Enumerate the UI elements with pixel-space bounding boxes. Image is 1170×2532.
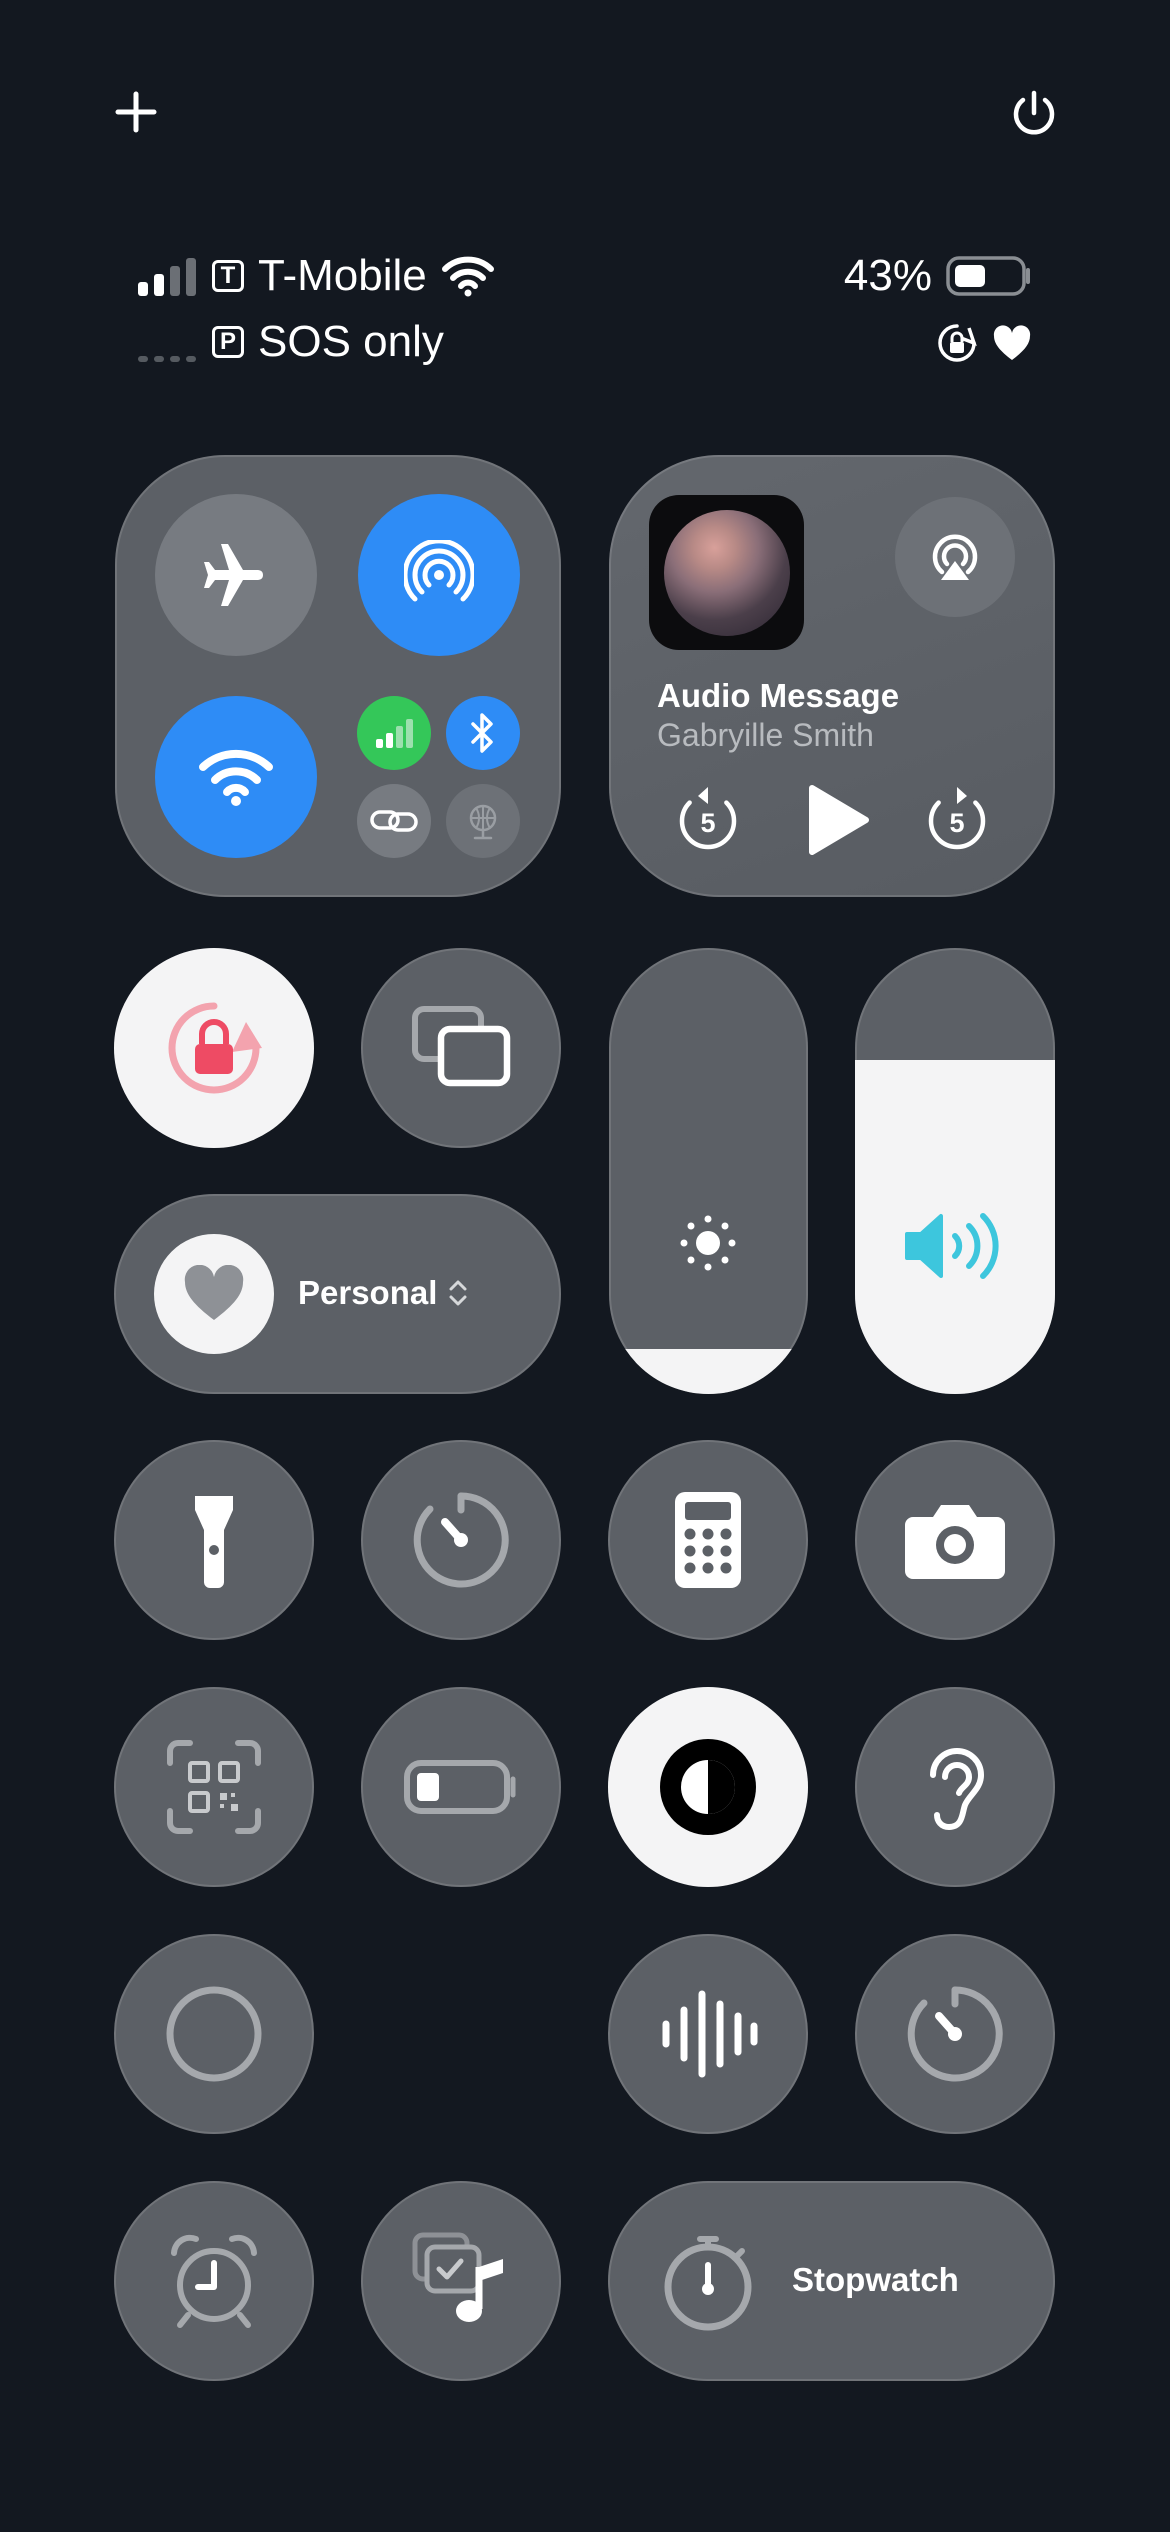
carrier1-name: T-Mobile: [258, 251, 427, 300]
rotation-lock-toggle[interactable]: [114, 948, 314, 1148]
camera-button[interactable]: [855, 1440, 1055, 1640]
play-icon: [809, 785, 869, 855]
airplane-icon: [204, 544, 263, 606]
airplane-mode-toggle[interactable]: [155, 494, 317, 656]
skip-forward-icon: 5: [928, 787, 986, 850]
skip-forward-button[interactable]: 5: [922, 785, 992, 855]
wifi-status-icon: [441, 256, 494, 297]
bluetooth-icon: [471, 713, 493, 753]
qr-scanner-icon: [167, 1740, 261, 1834]
album-artwork: [649, 495, 804, 650]
screen-recording-button[interactable]: [114, 1934, 314, 2134]
chevron-up-down-icon: [449, 1280, 467, 1306]
heart-icon: [184, 1265, 244, 1320]
code-scanner-button[interactable]: [114, 1687, 314, 1887]
timer-icon: [413, 1492, 509, 1588]
power-icon: [1013, 90, 1055, 135]
battery-status: 43%: [844, 248, 1034, 304]
timer-button-2[interactable]: [855, 1934, 1055, 2134]
rotation-lock-icon: [168, 1002, 262, 1094]
screen-mirroring-toggle[interactable]: [361, 948, 561, 1148]
carrier1-row: T T-Mobile: [136, 248, 495, 304]
dark-mode-icon: [660, 1739, 756, 1835]
skip-forward-seconds: 5: [949, 808, 964, 838]
orientation-lock-status-icon: [938, 324, 977, 362]
calculator-button[interactable]: [608, 1440, 808, 1640]
carrier1-badge: T: [212, 260, 244, 292]
alarm-icon: [171, 2234, 257, 2328]
heart-status-icon: [993, 325, 1031, 360]
brightness-slider[interactable]: [609, 948, 808, 1394]
cellular-signal-icon: [138, 258, 196, 296]
music-recognition-button[interactable]: [361, 2181, 561, 2381]
focus-label: Personal: [298, 1274, 438, 1311]
wifi-icon: [199, 749, 273, 806]
cellular-icon: [376, 719, 413, 748]
personal-hotspot-toggle[interactable]: [357, 784, 431, 858]
hearing-button[interactable]: [855, 1687, 1055, 1887]
focus-label-row: Personal: [298, 1274, 469, 1312]
screen-mirroring-icon: [412, 1006, 511, 1087]
dark-mode-toggle[interactable]: [608, 1687, 808, 1887]
status-icons-row: [936, 318, 1032, 368]
stopwatch-icon: [664, 2236, 752, 2331]
focus-icon-circle: [154, 1234, 274, 1354]
calculator-icon: [675, 1492, 741, 1588]
play-button[interactable]: [797, 780, 877, 860]
battery-percent: 43%: [843, 251, 932, 300]
stopwatch-label: Stopwatch: [792, 2261, 959, 2298]
airdrop-toggle[interactable]: [358, 494, 520, 656]
wifi-toggle[interactable]: [155, 696, 317, 858]
hearing-icon: [930, 1748, 985, 1831]
timer-button[interactable]: [361, 1440, 561, 1640]
airplay-button[interactable]: [895, 497, 1015, 617]
flashlight-icon: [195, 1496, 233, 1588]
flashlight-button[interactable]: [114, 1440, 314, 1640]
no-signal-icon: [138, 356, 196, 362]
low-power-icon: [404, 1760, 516, 1814]
airdrop-icon: [404, 540, 474, 602]
carrier2-badge: P: [212, 326, 244, 358]
track-subtitle: Gabryille Smith: [657, 717, 874, 753]
brightness-icon: [680, 1215, 736, 1271]
vpn-toggle[interactable]: [446, 784, 520, 858]
sound-recognition-button[interactable]: [608, 1934, 808, 2134]
now-playing-module[interactable]: Audio Message Gabryille Smith 5 5: [609, 455, 1055, 897]
carrier2-name: SOS only: [258, 317, 444, 366]
power-button[interactable]: [1008, 88, 1060, 140]
alarm-button[interactable]: [114, 2181, 314, 2381]
volume-icon: [905, 1213, 999, 1279]
add-control-button[interactable]: [112, 88, 160, 136]
carrier2-row: P SOS only: [136, 314, 444, 370]
bluetooth-toggle[interactable]: [446, 696, 520, 770]
globe-icon: [469, 804, 497, 840]
sound-recognition-icon: [662, 1990, 758, 2078]
timer-icon: [907, 1986, 1003, 2082]
skip-back-seconds: 5: [700, 808, 715, 838]
screen-record-icon: [166, 1986, 262, 2082]
skip-back-icon: 5: [679, 787, 737, 850]
focus-toggle[interactable]: Personal: [114, 1194, 561, 1394]
link-icon: [370, 810, 418, 832]
brightness-fill: [609, 1349, 808, 1394]
track-title: Audio Message: [657, 677, 900, 714]
cellular-data-toggle[interactable]: [357, 696, 431, 770]
airplay-icon: [932, 534, 978, 580]
contact-photo: [663, 509, 790, 636]
stopwatch-button[interactable]: Stopwatch: [608, 2181, 1055, 2381]
battery-icon: [946, 256, 1030, 296]
plus-icon: [115, 91, 157, 133]
low-power-mode-toggle[interactable]: [361, 1687, 561, 1887]
skip-back-button[interactable]: 5: [673, 785, 743, 855]
shazam-icon: [412, 2232, 503, 2322]
camera-icon: [905, 1505, 1005, 1579]
volume-slider[interactable]: [855, 948, 1055, 1394]
connectivity-module: [115, 455, 561, 897]
